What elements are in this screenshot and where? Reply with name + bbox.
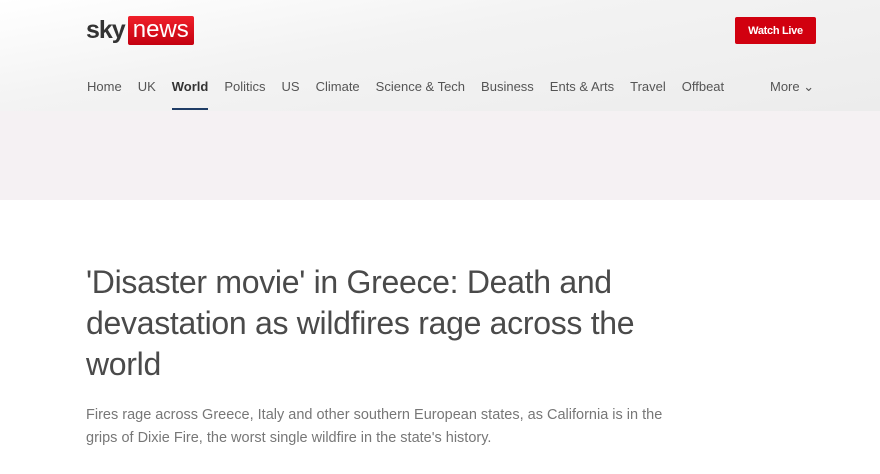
sky-news-logo[interactable]: sky news: [86, 16, 194, 45]
more-label: More: [770, 79, 800, 94]
nav-us[interactable]: US: [282, 79, 300, 94]
nav-home[interactable]: Home: [87, 79, 122, 94]
nav-climate[interactable]: Climate: [316, 79, 360, 94]
watch-live-button[interactable]: Watch Live: [735, 17, 816, 44]
nav-travel[interactable]: Travel: [630, 79, 666, 94]
logo-news: news: [127, 16, 194, 45]
ad-banner-area: [0, 111, 880, 200]
nav-offbeat[interactable]: Offbeat: [682, 79, 724, 94]
site-header: sky news Watch Live Home UK World Politi…: [0, 0, 880, 111]
nav-business[interactable]: Business: [481, 79, 534, 94]
nav-science-tech[interactable]: Science & Tech: [376, 79, 465, 94]
nav-more[interactable]: More ⌄: [770, 79, 814, 95]
nav-ents-arts[interactable]: Ents & Arts: [550, 79, 614, 94]
nav-politics[interactable]: Politics: [224, 79, 265, 94]
article-standfirst: Fires rage across Greece, Italy and othe…: [86, 407, 663, 446]
main-nav: Home UK World Politics US Climate Scienc…: [87, 79, 740, 110]
nav-uk[interactable]: UK: [138, 79, 156, 94]
article-headline: 'Disaster movie' in Greece: Death and de…: [86, 264, 635, 382]
logo-sky: sky: [86, 16, 126, 44]
chevron-down-icon: ⌄: [803, 79, 815, 94]
nav-world[interactable]: World: [171, 79, 208, 110]
